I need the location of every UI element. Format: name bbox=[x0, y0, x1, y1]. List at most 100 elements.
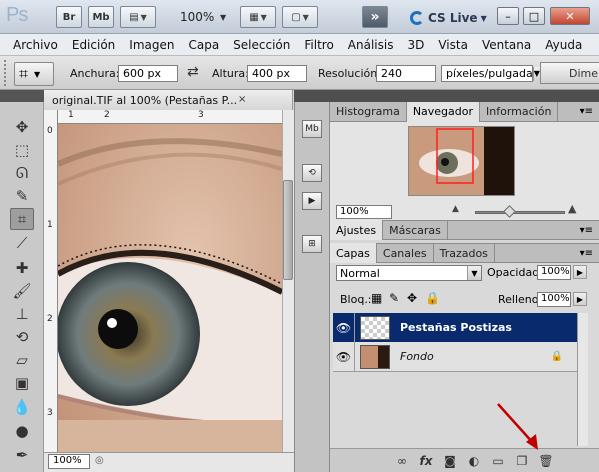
menu-ayuda[interactable]: Ayuda bbox=[538, 38, 589, 52]
lock-transparency-icon[interactable]: ▦ bbox=[371, 291, 382, 305]
menu-edicion[interactable]: Edición bbox=[65, 38, 122, 52]
lock-pixels-icon[interactable]: ✎ bbox=[389, 291, 399, 305]
menu-capa[interactable]: Capa bbox=[181, 38, 226, 52]
adjust-tabs: Ajustes Máscaras ▾≡ bbox=[330, 220, 599, 240]
dock-header[interactable] bbox=[294, 90, 330, 102]
pen-tool-icon[interactable]: ✒ bbox=[10, 444, 34, 466]
cs-live-label: CS Live bbox=[428, 11, 478, 25]
brush-tool-icon[interactable]: 🖌 bbox=[10, 280, 34, 302]
chevron-down-icon: ▼ bbox=[140, 12, 147, 22]
cs-live-button[interactable]: CS Live ▼ bbox=[410, 8, 487, 28]
eye-icon[interactable]: 👁 bbox=[333, 341, 355, 372]
mask-icon[interactable]: ◙ bbox=[438, 454, 462, 468]
units-select[interactable]: píxeles/pulgada ▼ bbox=[441, 65, 540, 82]
lock-position-icon[interactable]: ✥ bbox=[407, 291, 417, 305]
lock-all-icon[interactable]: 🔒 bbox=[425, 291, 440, 305]
fill-slider-arrow[interactable]: ▶ bbox=[573, 292, 587, 306]
tab-informacion[interactable]: Información bbox=[480, 101, 559, 122]
tab-capas[interactable]: Capas bbox=[330, 243, 377, 263]
maximize-button[interactable]: □ bbox=[523, 7, 545, 25]
vertical-ruler: 0 1 2 3 bbox=[44, 110, 58, 452]
actions-icon[interactable]: ▶ bbox=[302, 192, 322, 210]
vertical-scrollbar[interactable] bbox=[282, 110, 294, 452]
arrange-documents-button[interactable]: ▦ ▼ bbox=[240, 6, 276, 28]
menu-imagen[interactable]: Imagen bbox=[122, 38, 181, 52]
menu-ventana[interactable]: Ventana bbox=[475, 38, 538, 52]
panel-menu-icon[interactable]: ▾≡ bbox=[580, 248, 593, 259]
move-tool-icon[interactable]: ✥ bbox=[10, 116, 34, 138]
tab-ajustes[interactable]: Ajustes bbox=[330, 220, 384, 240]
menu-analisis[interactable]: Análisis bbox=[341, 38, 401, 52]
chevron-down-icon[interactable]: ▼ bbox=[220, 13, 226, 22]
navigator-zoom-field[interactable]: 100% bbox=[336, 205, 392, 219]
minibridge-button[interactable]: Mb bbox=[88, 6, 114, 28]
document-canvas[interactable] bbox=[58, 124, 282, 452]
layer-name[interactable]: Pestañas Postizas bbox=[400, 321, 512, 334]
dodge-tool-icon[interactable]: ● bbox=[10, 420, 34, 442]
fx-icon[interactable]: fx bbox=[414, 454, 438, 468]
tab-trazados[interactable]: Trazados bbox=[434, 243, 495, 263]
tab-mascaras[interactable]: Máscaras bbox=[383, 220, 448, 240]
zoom-field[interactable]: 100% bbox=[48, 454, 90, 469]
layers-scrollbar[interactable] bbox=[577, 313, 588, 446]
height-field[interactable]: 400 px bbox=[247, 65, 307, 82]
swap-icon[interactable]: ⇄ bbox=[187, 64, 199, 80]
navigator-zoom-slider[interactable] bbox=[475, 211, 565, 214]
tools-panel-header[interactable] bbox=[0, 90, 44, 102]
eraser-tool-icon[interactable]: ▱ bbox=[10, 349, 34, 371]
navigator-thumbnail[interactable] bbox=[408, 126, 515, 196]
scrollbar-thumb[interactable] bbox=[283, 180, 293, 280]
tool-preset-picker[interactable]: ⌗ ▼ bbox=[14, 62, 54, 86]
menu-seleccion[interactable]: Selección bbox=[226, 38, 297, 52]
clone-stamp-tool-icon[interactable]: ⊥ bbox=[10, 303, 34, 325]
eye-icon[interactable]: 👁 bbox=[333, 312, 355, 343]
menu-filtro[interactable]: Filtro bbox=[297, 38, 340, 52]
zoom-level[interactable]: 100% bbox=[180, 10, 214, 24]
opacity-field[interactable]: 100% bbox=[537, 265, 571, 280]
close-button[interactable]: ✕ bbox=[550, 7, 590, 25]
fill-field[interactable]: 100% bbox=[537, 292, 571, 307]
opacity-slider-arrow[interactable]: ▶ bbox=[573, 265, 587, 279]
blend-mode-select[interactable]: Normal ▼ bbox=[336, 265, 482, 281]
status-info-icon[interactable]: ◎ bbox=[95, 455, 104, 466]
adjustment-layer-icon[interactable]: ◐ bbox=[462, 454, 486, 468]
resolution-field[interactable]: 240 bbox=[376, 65, 436, 82]
healing-brush-tool-icon[interactable]: ✚ bbox=[10, 257, 34, 279]
quick-selection-tool-icon[interactable]: ✎ bbox=[10, 185, 34, 207]
menu-3d[interactable]: 3D bbox=[400, 38, 431, 52]
marquee-tool-icon[interactable]: ⬚ bbox=[10, 139, 34, 161]
menu-archivo[interactable]: Archivo bbox=[6, 38, 65, 52]
eyedropper-tool-icon[interactable]: ⟋ bbox=[10, 232, 34, 254]
history-icon[interactable]: ⟲ bbox=[302, 164, 322, 182]
link-icon[interactable]: ∞ bbox=[390, 454, 414, 468]
mini-bridge-icon[interactable]: Mb bbox=[302, 120, 322, 138]
panel-header[interactable] bbox=[330, 90, 599, 102]
tab-histograma[interactable]: Histograma bbox=[330, 101, 407, 122]
layer-thumbnail bbox=[360, 344, 390, 369]
zoom-out-icon[interactable]: ▲ bbox=[452, 204, 459, 214]
screen-mode-button[interactable]: ▢ ▼ bbox=[282, 6, 318, 28]
layer-row[interactable]: 👁 Pestañas Postizas bbox=[333, 312, 577, 343]
workspace-expand-button[interactable]: » bbox=[362, 6, 388, 28]
panel-menu-icon[interactable]: ▾≡ bbox=[580, 106, 593, 117]
clone-source-icon[interactable]: ⊞ bbox=[302, 235, 322, 253]
crop-tool-icon[interactable]: ⌗ bbox=[10, 208, 34, 230]
bridge-button[interactable]: Br bbox=[56, 6, 82, 28]
tab-canales[interactable]: Canales bbox=[377, 243, 434, 263]
close-icon[interactable]: × bbox=[238, 94, 246, 105]
zoom-in-icon[interactable]: ▲ bbox=[568, 202, 576, 215]
tab-navegador[interactable]: Navegador bbox=[406, 101, 481, 122]
options-grip[interactable] bbox=[4, 60, 10, 86]
layer-row[interactable]: 👁 Fondo 🔒 bbox=[333, 341, 577, 372]
layer-name[interactable]: Fondo bbox=[400, 350, 434, 363]
menu-vista[interactable]: Vista bbox=[431, 38, 475, 52]
lasso-tool-icon[interactable]: ᘏ bbox=[10, 162, 34, 184]
width-field[interactable]: 600 px bbox=[118, 65, 178, 82]
gradient-tool-icon[interactable]: ▣ bbox=[10, 372, 34, 394]
panel-menu-icon[interactable]: ▾≡ bbox=[580, 225, 593, 236]
front-image-button[interactable]: Dime bbox=[540, 62, 599, 84]
view-extras-button[interactable]: ▤ ▼ bbox=[120, 6, 156, 28]
blur-tool-icon[interactable]: 💧 bbox=[10, 396, 34, 418]
history-brush-tool-icon[interactable]: ⟲ bbox=[10, 326, 34, 348]
minimize-button[interactable]: – bbox=[497, 7, 519, 25]
